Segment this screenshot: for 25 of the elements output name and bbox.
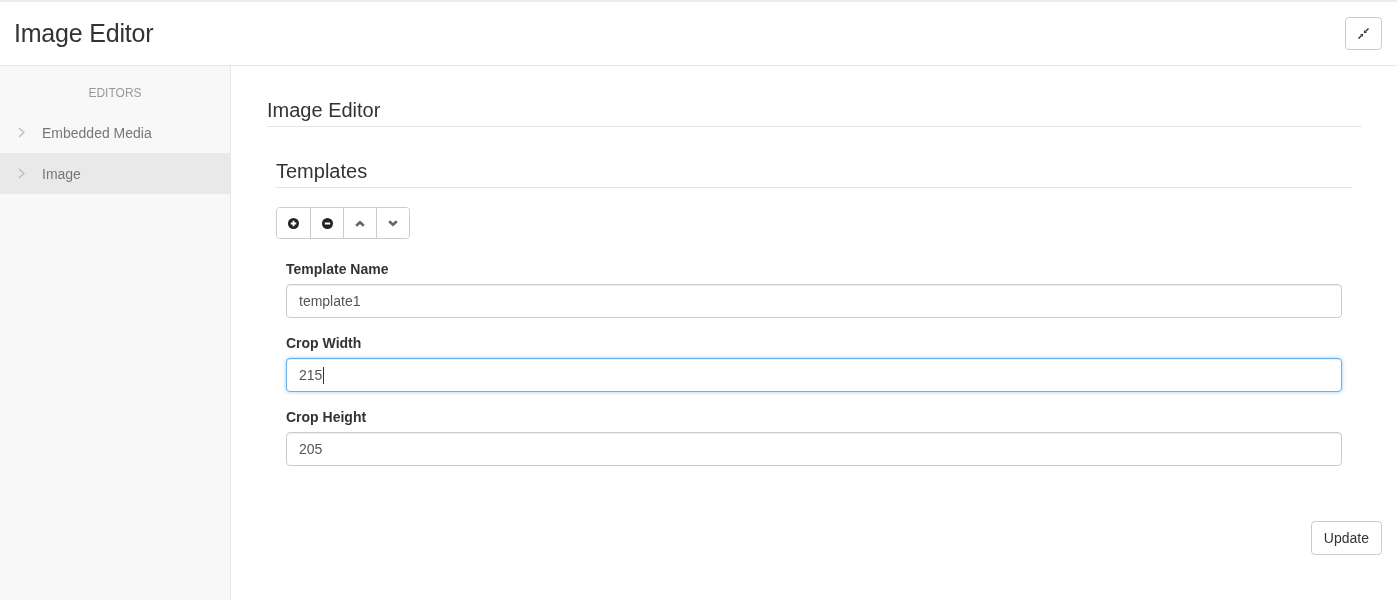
- move-down-button[interactable]: [376, 208, 409, 238]
- minus-circle-icon: [321, 217, 333, 229]
- chevron-up-icon: [355, 219, 365, 227]
- section-title: Image Editor: [267, 98, 1362, 127]
- chevron-down-icon: [388, 219, 398, 227]
- page-title: Image Editor: [14, 19, 154, 48]
- text-field[interactable]: 205: [286, 432, 1342, 466]
- sidebar-item-label: Embedded Media: [42, 124, 152, 141]
- compress-arrows-icon: [1358, 28, 1369, 39]
- collapse-button[interactable]: [1345, 17, 1382, 50]
- update-button[interactable]: Update: [1310, 521, 1382, 555]
- field-label: Template Name: [286, 260, 390, 279]
- sidebar-item[interactable]: Image: [0, 153, 230, 194]
- field-label: Crop Width: [286, 334, 363, 353]
- sidebar-heading: EDITORS: [87, 86, 143, 100]
- field-label: Crop Height: [286, 408, 368, 427]
- text-field[interactable]: 215: [286, 358, 1342, 392]
- chevron-right-icon: [18, 168, 25, 179]
- text-field[interactable]: template1: [286, 284, 1342, 318]
- plus-circle-icon: [288, 217, 299, 229]
- chevron-right-icon: [18, 127, 25, 138]
- sidebar-item-label: Image: [42, 165, 81, 182]
- sidebar-item[interactable]: Embedded Media: [0, 112, 230, 153]
- text-cursor-icon: [323, 366, 325, 384]
- subsection-title: Templates: [276, 159, 1352, 188]
